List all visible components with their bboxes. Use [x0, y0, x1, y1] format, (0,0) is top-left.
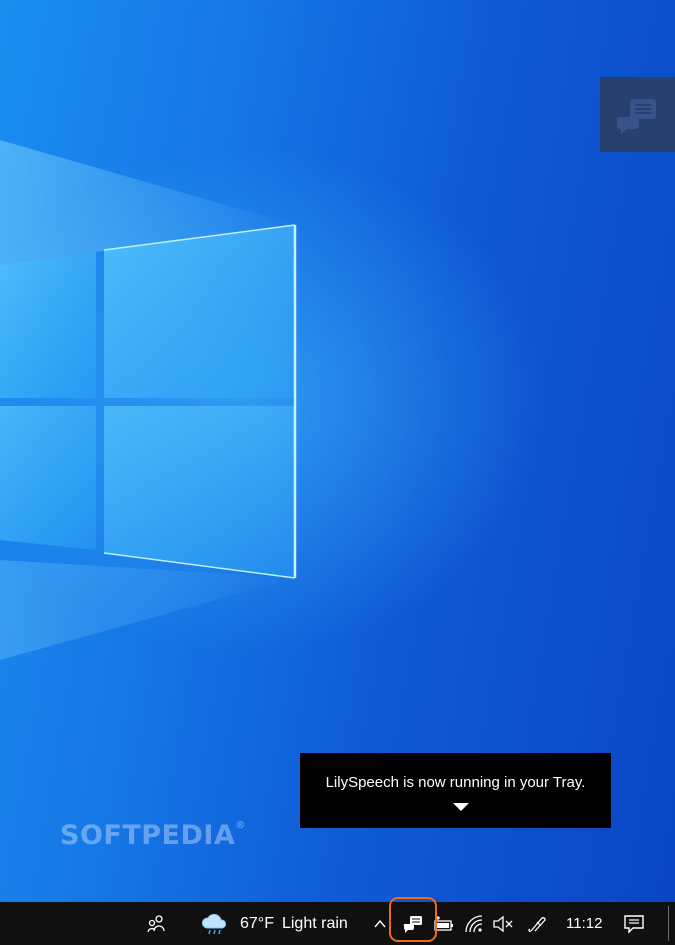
show-desktop-divider[interactable]	[668, 906, 669, 941]
tray-notification-tooltip[interactable]: LilySpeech is now running in your Tray.	[300, 753, 611, 828]
people-button[interactable]	[146, 902, 166, 945]
taskbar: 67°F Light rain 11:12	[0, 902, 675, 945]
lilyspeech-floating-widget[interactable]	[600, 77, 675, 152]
desktop-wallpaper: SOFTPEDIA® LilySpeech is now running in …	[0, 0, 675, 902]
cloud-rain-icon	[201, 913, 226, 934]
pen-icon	[528, 916, 546, 932]
show-hidden-icons-button[interactable]	[372, 902, 388, 945]
clock-button[interactable]: 11:12	[566, 902, 602, 945]
action-center-button[interactable]	[623, 902, 645, 945]
caret-down-icon	[453, 803, 469, 811]
speech-bubbles-icon	[616, 98, 656, 134]
tray-icon-highlight-annotation	[389, 897, 437, 942]
volume-button[interactable]	[492, 902, 514, 945]
wifi-icon	[465, 914, 483, 932]
weather-condition: Light rain	[281, 914, 348, 932]
weather-temperature: 67°F	[240, 914, 274, 932]
network-button[interactable]	[464, 902, 484, 945]
notifications-icon	[624, 914, 644, 934]
weather-widget[interactable]: 67°F Light rain	[200, 902, 348, 945]
people-icon	[147, 914, 165, 932]
chevron-up-icon	[374, 919, 386, 927]
softpedia-watermark: SOFTPEDIA®	[60, 820, 246, 851]
clock-time: 11:12	[566, 915, 603, 932]
pen-workspace-button[interactable]	[527, 902, 547, 945]
tooltip-message: LilySpeech is now running in your Tray.	[325, 774, 586, 791]
volume-muted-icon	[493, 915, 513, 932]
